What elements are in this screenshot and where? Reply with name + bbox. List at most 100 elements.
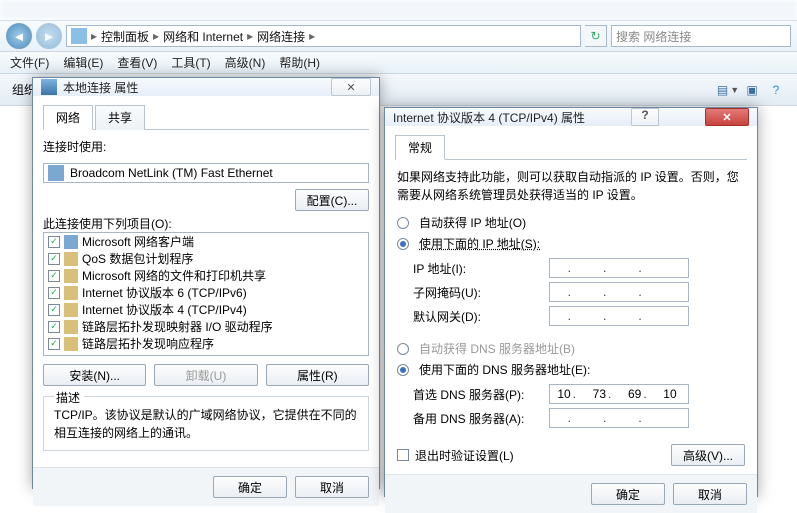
list-item-label: 链路层拓扑发现映射器 I/O 驱动程序 (82, 318, 273, 335)
subnet-mask-input[interactable] (549, 282, 689, 302)
menu-help[interactable]: 帮助(H) (279, 54, 320, 71)
radio-dns-manual[interactable]: 使用下面的 DNS 服务器地址(E): (397, 361, 747, 378)
advanced-button[interactable]: 高级(V)... (671, 444, 745, 466)
radio-icon (397, 343, 409, 355)
radio-icon (397, 238, 409, 250)
help-icon[interactable]: ? (767, 81, 785, 99)
address-row: ◄ ► ▸ 控制面板 ▸ 网络和 Internet ▸ 网络连接 ▸ ↻ 搜索 … (0, 20, 797, 52)
adapter-name: Broadcom NetLink (TM) Fast Ethernet (70, 166, 273, 180)
refresh-button[interactable]: ↻ (585, 25, 607, 47)
tab-general[interactable]: 常规 (395, 135, 445, 160)
connect-using-label: 连接时使用: (43, 138, 369, 155)
radio-icon (397, 217, 409, 229)
client-icon (64, 235, 78, 249)
gateway-label: 默认网关(D): (413, 308, 543, 325)
ip-address-input[interactable] (549, 258, 689, 278)
ip-address-label: IP 地址(I): (413, 260, 543, 277)
checkbox-icon[interactable]: ✓ (48, 338, 60, 350)
forward-button[interactable]: ► (36, 23, 62, 49)
nic-icon (48, 165, 64, 181)
list-item-label: Internet 协议版本 4 (TCP/IPv4) (82, 301, 247, 318)
cancel-button[interactable]: 取消 (295, 476, 369, 498)
checkbox-icon (397, 449, 409, 461)
close-button[interactable]: ✕ (331, 78, 371, 96)
ok-button[interactable]: 确定 (591, 483, 665, 505)
list-item[interactable]: ✓ Microsoft 网络客户端 (44, 233, 368, 250)
proto-icon (64, 286, 78, 300)
preferred-dns-input[interactable]: 10736910 (549, 384, 689, 404)
list-item-label: 链路层拓扑发现响应程序 (82, 335, 214, 352)
cancel-button[interactable]: 取消 (673, 483, 747, 505)
description-text: TCP/IP。该协议是默认的广域网络协议，它提供在不同的相互连接的网络上的通讯。 (54, 406, 358, 442)
titlebar[interactable]: 本地连接 属性 ✕ (33, 78, 379, 96)
list-item[interactable]: ✓ Microsoft 网络的文件和打印机共享 (44, 267, 368, 284)
components-list[interactable]: ✓ Microsoft 网络客户端 ✓ QoS 数据包计划程序 ✓ Microsoft 网… (43, 232, 369, 356)
radio-icon (397, 364, 409, 376)
tab-strip: 网络 共享 (43, 104, 369, 130)
intro-text: 如果网络支持此功能，则可以获取自动指派的 IP 设置。否则，您需要从网络系统管理… (397, 168, 745, 204)
list-item[interactable]: ✓ QoS 数据包计划程序 (44, 250, 368, 267)
list-item-label: Microsoft 网络的文件和打印机共享 (82, 267, 266, 284)
list-item-label: QoS 数据包计划程序 (82, 250, 193, 267)
checkbox-icon[interactable]: ✓ (48, 287, 60, 299)
titlebar[interactable]: Internet 协议版本 4 (TCP/IPv4) 属性 ? ✕ (385, 108, 757, 126)
properties-button[interactable]: 属性(R) (266, 364, 369, 386)
alternate-dns-label: 备用 DNS 服务器(A): (413, 410, 543, 427)
tab-sharing[interactable]: 共享 (95, 105, 145, 130)
menu-bar: 文件(F) 编辑(E) 查看(V) 工具(T) 高级(N) 帮助(H) (0, 52, 797, 74)
checkbox-icon[interactable]: ✓ (48, 253, 60, 265)
configure-button[interactable]: 配置(C)... (295, 189, 369, 211)
ok-button[interactable]: 确定 (213, 476, 287, 498)
list-item[interactable]: ✓ Internet 协议版本 6 (TCP/IPv6) (44, 284, 368, 301)
list-item-label: Internet 协议版本 6 (TCP/IPv6) (82, 284, 247, 301)
back-button[interactable]: ◄ (6, 23, 32, 49)
list-item[interactable]: ✓ 链路层拓扑发现响应程序 (44, 335, 368, 352)
dialog-title: Internet 协议版本 4 (TCP/IPv4) 属性 (393, 109, 585, 126)
close-button[interactable]: ✕ (705, 108, 749, 126)
checkbox-icon[interactable]: ✓ (48, 236, 60, 248)
gateway-input[interactable] (549, 306, 689, 326)
crumb-network-connections[interactable]: 网络连接 (257, 28, 305, 45)
service-icon (64, 269, 78, 283)
list-item-label: Microsoft 网络客户端 (82, 233, 194, 250)
dialog-title: 本地连接 属性 (63, 79, 138, 96)
list-item[interactable]: ✓ Internet 协议版本 4 (TCP/IPv4) (44, 301, 368, 318)
tab-network[interactable]: 网络 (43, 105, 93, 130)
preview-pane-icon[interactable]: ▣ (743, 81, 761, 99)
checkbox-icon[interactable]: ✓ (48, 270, 60, 282)
breadcrumb[interactable]: ▸ 控制面板 ▸ 网络和 Internet ▸ 网络连接 ▸ (66, 25, 581, 47)
menu-tools[interactable]: 工具(T) (171, 54, 210, 71)
view-icon[interactable]: ▤▼ (719, 81, 737, 99)
menu-edit[interactable]: 编辑(E) (63, 54, 103, 71)
search-input[interactable]: 搜索 网络连接 (611, 25, 791, 47)
radio-ip-auto[interactable]: 自动获得 IP 地址(O) (397, 214, 747, 231)
radio-ip-manual[interactable]: 使用下面的 IP 地址(S): (397, 235, 747, 252)
install-button[interactable]: 安装(N)... (43, 364, 146, 386)
ipv4-properties-dialog: Internet 协议版本 4 (TCP/IPv4) 属性 ? ✕ 常规 如果网… (384, 107, 758, 497)
help-button[interactable]: ? (631, 108, 659, 126)
preferred-dns-label: 首选 DNS 服务器(P): (413, 386, 543, 403)
menu-view[interactable]: 查看(V) (117, 54, 157, 71)
control-panel-icon (71, 28, 87, 44)
list-item[interactable]: ✓ 链路层拓扑发现映射器 I/O 驱动程序 (44, 318, 368, 335)
checkbox-icon[interactable]: ✓ (48, 304, 60, 316)
proto-icon (64, 303, 78, 317)
crumb-network-internet[interactable]: 网络和 Internet (163, 28, 243, 45)
radio-dns-auto: 自动获得 DNS 服务器地址(B) (397, 340, 747, 357)
network-icon (41, 79, 57, 95)
validate-checkbox[interactable]: 退出时验证设置(L) (397, 447, 514, 464)
adapter-field: Broadcom NetLink (TM) Fast Ethernet (43, 163, 369, 183)
proto-icon (64, 320, 78, 334)
items-label: 此连接使用下列项目(O): (43, 215, 369, 232)
service-icon (64, 252, 78, 266)
proto-icon (64, 337, 78, 351)
checkbox-icon[interactable]: ✓ (48, 321, 60, 333)
menu-advanced[interactable]: 高级(N) (225, 54, 266, 71)
menu-file[interactable]: 文件(F) (10, 54, 49, 71)
alternate-dns-input[interactable] (549, 408, 689, 428)
subnet-mask-label: 子网掩码(U): (413, 284, 543, 301)
uninstall-button: 卸载(U) (154, 364, 257, 386)
description-label: 描述 (54, 389, 84, 406)
crumb-control-panel[interactable]: 控制面板 (101, 28, 149, 45)
lan-properties-dialog: 本地连接 属性 ✕ 网络 共享 连接时使用: Broadcom NetLink … (32, 77, 380, 489)
